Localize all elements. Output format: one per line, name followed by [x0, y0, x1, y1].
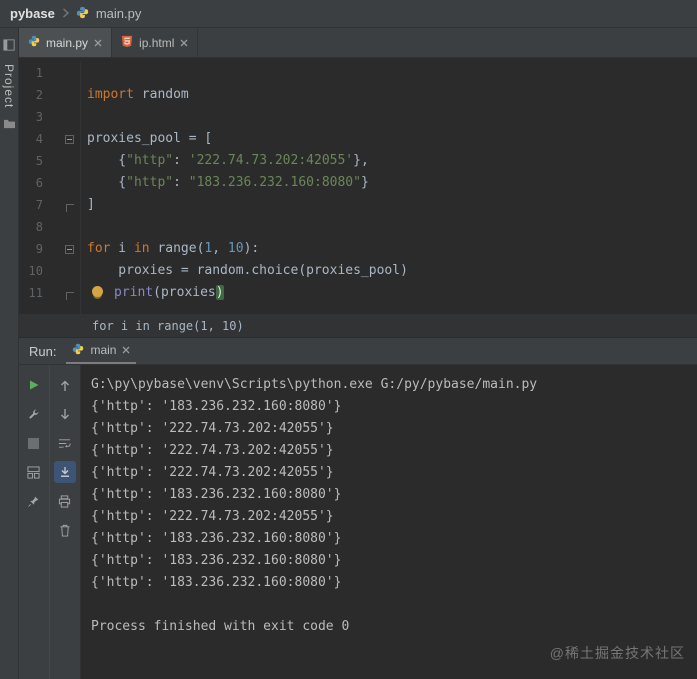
run-tab-main[interactable]: main: [66, 338, 137, 364]
code-line[interactable]: ]: [87, 194, 697, 216]
project-tool-stripe: Project: [0, 28, 19, 679]
console-line: G:\py\pybase\venv\Scripts\python.exe G:/…: [91, 377, 538, 392]
settings-wrench-icon[interactable]: [23, 403, 45, 425]
line-number: 11: [28, 286, 43, 300]
tool-window-icon: [3, 38, 15, 56]
code-line[interactable]: proxies_pool = [: [87, 128, 697, 150]
scroll-to-end-button[interactable]: [53, 461, 76, 483]
code-editor[interactable]: 1 2 3 4 5 6 7 8 9 10 11 import random proxies_pool…: [19, 58, 697, 314]
code-line[interactable]: {"http": "183.236.232.160:8080"}: [87, 172, 697, 194]
line-number: 6: [35, 176, 43, 190]
line-number: 3: [35, 110, 43, 124]
context-line-bar: for i in range(1, 10): [19, 314, 697, 338]
line-number: 5: [35, 154, 43, 168]
line-number: 4: [35, 132, 43, 146]
editor-gutter: 1 2 3 4 5 6 7 8 9 10 11: [19, 62, 81, 314]
clear-console-button[interactable]: [54, 519, 76, 541]
close-icon[interactable]: [94, 36, 102, 50]
soft-wrap-button[interactable]: [54, 432, 76, 454]
console-line: {'http': '222.74.73.202:42055'}: [91, 465, 334, 480]
print-button[interactable]: [54, 490, 76, 512]
breadcrumb-file[interactable]: main.py: [96, 6, 142, 21]
project-stripe-label[interactable]: Project: [2, 64, 16, 108]
run-toolbar: [19, 365, 81, 679]
editor-tab-bar: main.py ip.html: [19, 28, 697, 58]
python-file-icon: [72, 343, 84, 358]
line-number: 8: [35, 220, 43, 234]
code-line[interactable]: [87, 62, 697, 84]
code-line[interactable]: [87, 106, 697, 128]
fold-marker-icon[interactable]: [65, 134, 74, 144]
fold-marker-icon[interactable]: [65, 244, 74, 254]
chevron-right-icon: [62, 6, 69, 21]
console-line: {'http': '222.74.73.202:42055'}: [91, 421, 334, 436]
html-file-icon: [121, 35, 133, 51]
python-file-icon: [76, 6, 89, 22]
stop-button[interactable]: [23, 432, 45, 454]
run-tab-label: main: [90, 343, 117, 357]
close-icon[interactable]: [180, 36, 188, 50]
context-line-text: for i in range(1, 10): [92, 318, 244, 333]
breadcrumb-project[interactable]: pybase: [10, 6, 55, 21]
run-label: Run:: [29, 343, 57, 359]
run-panel-header: Run: main: [19, 338, 697, 365]
code-area[interactable]: import random proxies_pool = [ {"http": …: [81, 62, 697, 314]
rerun-button[interactable]: [23, 374, 45, 396]
tab-label: main.py: [46, 35, 89, 50]
fold-marker-icon[interactable]: [66, 291, 74, 300]
console-line: {'http': '183.236.232.160:8080'}: [91, 399, 342, 414]
console-line: {'http': '183.236.232.160:8080'}: [91, 531, 342, 546]
pycharm-window: pybase main.py Project main.py ip.html 1…: [0, 0, 697, 679]
up-stack-trace-button[interactable]: [54, 374, 76, 396]
code-line[interactable]: proxies = random.choice(proxies_pool): [87, 260, 697, 282]
watermark: @稀土掘金技术社区: [549, 645, 685, 661]
code-line[interactable]: [87, 216, 697, 238]
line-number: 7: [35, 198, 43, 212]
code-line[interactable]: for i in range(1, 10):: [87, 238, 697, 260]
console-line: Process finished with exit code 0: [91, 619, 350, 634]
line-number: 9: [35, 242, 43, 256]
tab-label: ip.html: [139, 35, 175, 50]
run-console[interactable]: G:\py\pybase\venv\Scripts\python.exe G:/…: [81, 365, 697, 679]
intention-bulb-icon[interactable]: [92, 286, 103, 297]
down-stack-trace-button[interactable]: [54, 403, 76, 425]
code-line[interactable]: print(proxies): [87, 282, 697, 304]
breadcrumb: pybase main.py: [0, 0, 697, 28]
code-line[interactable]: import random: [87, 84, 697, 106]
line-number: 1: [35, 66, 43, 80]
folder-icon[interactable]: [3, 116, 16, 134]
console-line: {'http': '222.74.73.202:42055'}: [91, 509, 334, 524]
console-line: {'http': '183.236.232.160:8080'}: [91, 553, 342, 568]
run-panel: G:\py\pybase\venv\Scripts\python.exe G:/…: [19, 365, 697, 679]
restore-layout-button[interactable]: [23, 461, 45, 483]
console-line: {'http': '183.236.232.160:8080'}: [91, 487, 342, 502]
line-number: 2: [35, 88, 43, 102]
line-number: 10: [28, 264, 43, 278]
pin-button[interactable]: [23, 490, 45, 512]
console-line: {'http': '183.236.232.160:8080'}: [91, 575, 342, 590]
python-file-icon: [28, 35, 40, 50]
tab-main-py[interactable]: main.py: [19, 28, 113, 57]
tab-ip-html[interactable]: ip.html: [112, 28, 199, 57]
fold-marker-icon[interactable]: [66, 203, 74, 212]
close-icon[interactable]: [122, 343, 130, 357]
code-line[interactable]: {"http": '222.74.73.202:42055'},: [87, 150, 697, 172]
console-line: {'http': '222.74.73.202:42055'}: [91, 443, 334, 458]
